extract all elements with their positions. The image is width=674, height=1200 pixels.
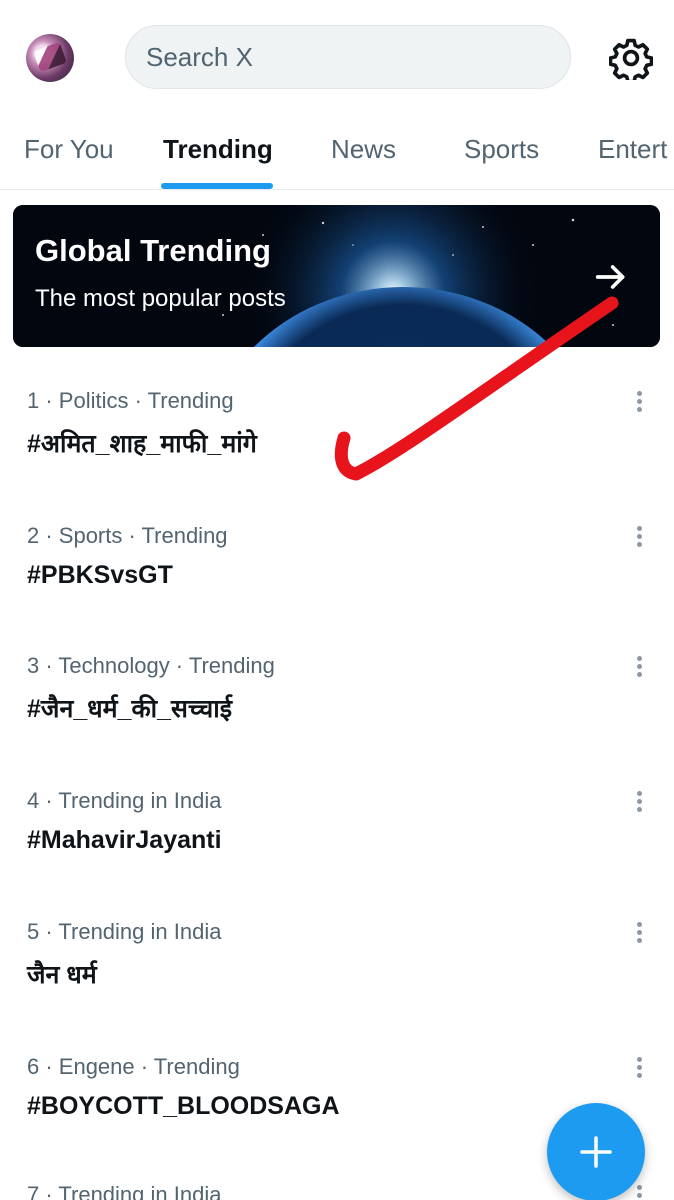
more-options-icon[interactable]: [627, 388, 651, 418]
trend-item[interactable]: 3 · Technology · Trending #जैन_धर्म_की_स…: [0, 653, 674, 783]
trend-meta: 4 · Trending in India: [27, 788, 222, 813]
global-trending-banner[interactable]: Global Trending The most popular posts: [13, 205, 660, 347]
trend-item[interactable]: 2 · Sports · Trending #PBKSvsGT: [0, 523, 674, 653]
tab-entertainment[interactable]: Entert: [598, 134, 667, 165]
more-options-icon[interactable]: [627, 919, 651, 949]
plus-icon: [580, 1136, 612, 1168]
trend-topic: #MahavirJayanti: [27, 826, 222, 854]
trend-topic: जैन धर्म: [27, 961, 97, 989]
arrow-right-icon[interactable]: [591, 257, 631, 297]
avatar-image: [33, 41, 67, 73]
trend-meta: 3 · Technology · Trending: [27, 653, 275, 678]
tab-news[interactable]: News: [331, 134, 396, 165]
top-bar: [0, 0, 674, 118]
trend-topic: #PBKSvsGT: [27, 561, 173, 589]
trend-topic: #अमित_शाह_माफी_मांगे: [27, 430, 257, 458]
trend-topic: #BOYCOTT_BLOODSAGA: [27, 1092, 340, 1120]
trend-item[interactable]: 5 · Trending in India जैन धर्म: [0, 919, 674, 1049]
trend-meta: 5 · Trending in India: [27, 919, 222, 944]
tab-for-you[interactable]: For You: [24, 134, 114, 165]
compose-button[interactable]: [547, 1103, 645, 1200]
search-bar[interactable]: [125, 25, 571, 89]
more-options-icon[interactable]: [627, 788, 651, 818]
tab-sports[interactable]: Sports: [464, 134, 539, 165]
trend-topic: #जैन_धर्म_की_सच्चाई: [27, 695, 232, 723]
avatar[interactable]: [26, 34, 74, 82]
tab-bar: For You Trending News Sports Entert: [0, 118, 674, 190]
trend-meta: 1 · Politics · Trending: [27, 388, 234, 413]
banner-title: Global Trending: [35, 233, 271, 268]
banner-subtitle: The most popular posts: [35, 285, 286, 312]
more-options-icon[interactable]: [627, 653, 651, 683]
search-input[interactable]: [146, 26, 546, 88]
earth-image: [13, 205, 660, 347]
trend-meta: 2 · Sports · Trending: [27, 523, 228, 548]
more-options-icon[interactable]: [627, 1054, 651, 1084]
gear-icon[interactable]: [609, 36, 653, 80]
more-options-icon[interactable]: [627, 523, 651, 553]
trend-meta: 6 · Engene · Trending: [27, 1054, 240, 1079]
trend-item[interactable]: 1 · Politics · Trending #अमित_शाह_माफी_म…: [0, 388, 674, 518]
active-tab-indicator: [161, 183, 273, 189]
trend-meta: 7 · Trending in India: [27, 1182, 222, 1200]
trend-item[interactable]: 4 · Trending in India #MahavirJayanti: [0, 788, 674, 918]
tab-trending[interactable]: Trending: [163, 134, 273, 165]
